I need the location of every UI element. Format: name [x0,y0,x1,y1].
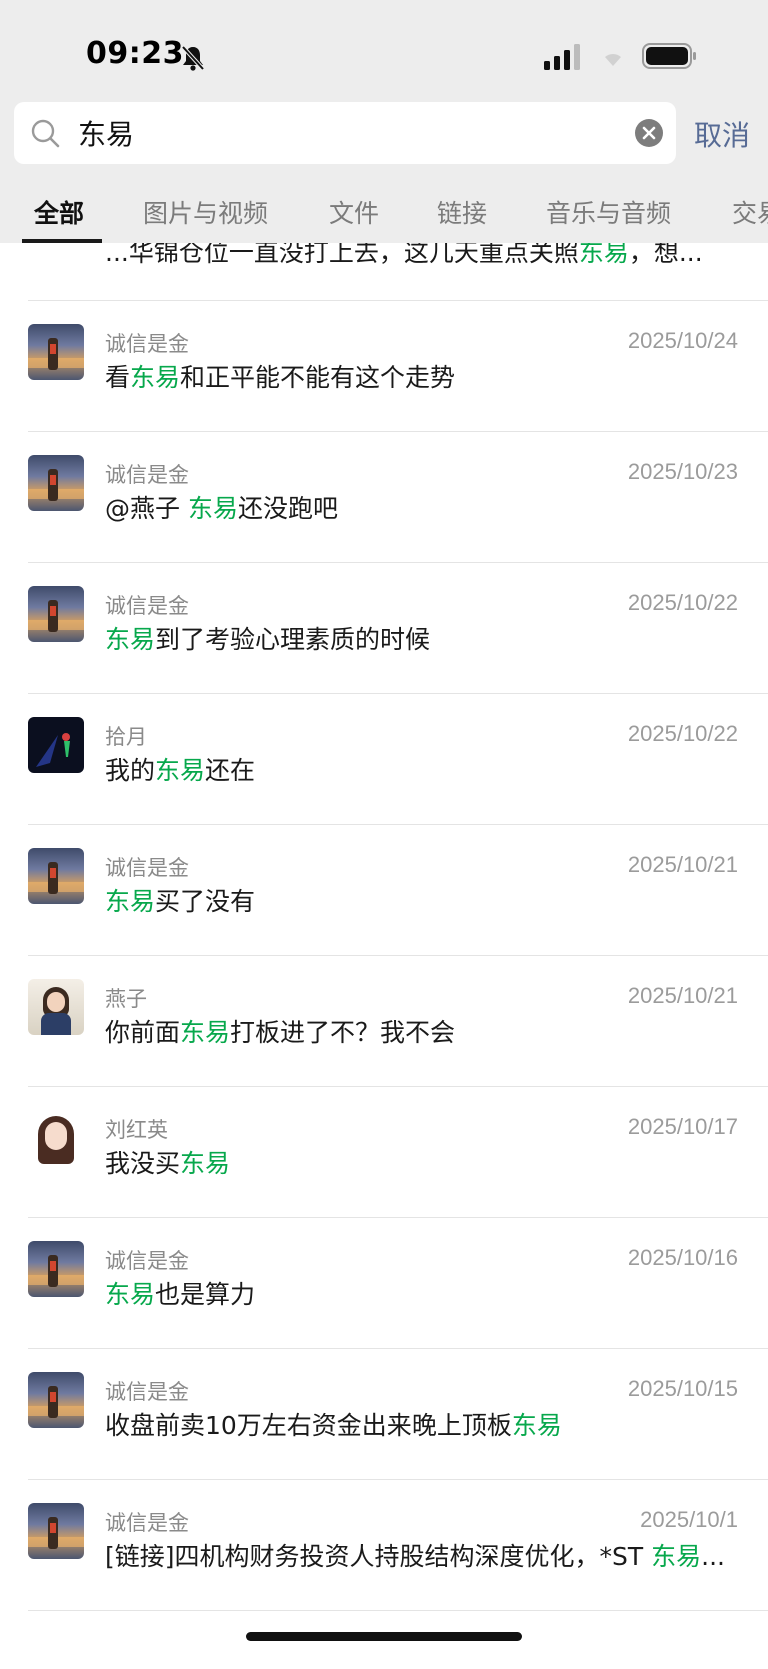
sender-name: 诚信是金 [105,856,189,880]
landscape-avatar [28,1503,84,1559]
message-date: 2025/10/15 [627,1376,738,1401]
landscape-avatar [28,848,84,904]
battery-icon [642,43,696,69]
sender-name: 拾月 [105,725,147,749]
tab-links[interactable]: 链接 [437,194,487,230]
landscape-avatar [28,455,84,511]
list-item[interactable]: 诚信是金 2025/10/23 @燕子 东易还没跑吧 [0,431,768,562]
wifi-icon [605,53,621,66]
sender-name: 诚信是金 [105,1511,189,1535]
message-date: 2025/10/24 [627,328,738,353]
sender-name: 诚信是金 [105,594,189,618]
dark-figure-avatar [28,717,84,773]
cancel-button[interactable]: 取消 [694,114,750,154]
message-snippet: 我的东易还在 [105,756,256,785]
tab-music-audio[interactable]: 音乐与音频 [546,194,671,230]
tab-all[interactable]: 全部 [34,194,84,230]
list-item[interactable]: 拾月 2025/10/22 我的东易还在 [0,693,768,824]
list-item[interactable]: 刘红英 2025/10/17 我没买东易 [0,1086,768,1217]
divider [28,1610,768,1611]
clear-icon[interactable] [634,118,664,148]
tab-transactions[interactable]: 交易 [732,194,768,230]
list-item[interactable]: 诚信是金 2025/10/24 看东易和正平能不能有这个走势 [0,300,768,431]
active-tab-indicator [22,239,102,243]
list-item[interactable]: 燕子 2025/10/21 你前面东易打板进了不？我不会 [0,955,768,1086]
home-indicator[interactable] [246,1632,522,1641]
sender-name: 诚信是金 [105,1380,189,1404]
landscape-avatar [28,1241,84,1297]
cartoon-girl-avatar [28,1110,84,1166]
list-item[interactable]: 诚信是金 2025/10/16 东易也是算力 [0,1217,768,1348]
list-item[interactable]: 诚信是金 2025/10/15 收盘前卖10万左右资金出来晚上顶板东易 [0,1348,768,1479]
cellular-signal-icon [544,44,580,70]
landscape-avatar [28,586,84,642]
message-snippet: 东易到了考验心理素质的时候 [105,625,431,654]
message-snippet: @燕子 东易还没跑吧 [105,494,338,523]
message-date: 2025/10/22 [627,721,738,746]
message-date: 2025/10/17 [627,1114,738,1139]
message-date: 2025/10/23 [627,459,738,484]
message-date: 2025/10/21 [627,852,738,877]
bell-muted-icon [181,45,205,71]
status-bar: 09:23 [0,0,768,100]
search-results-list: ...华锦仓位一直没打上去，这几天重点关照东易，想... 诚信是金 2025/1… [0,0,768,1669]
sender-name: 燕子 [105,987,147,1011]
landscape-avatar [28,1372,84,1428]
message-snippet: 我没买东易 [105,1149,231,1178]
message-date: 2025/10/21 [627,983,738,1008]
sender-name: 诚信是金 [105,1249,189,1273]
sender-name: 刘红英 [105,1118,168,1142]
message-snippet: 看东易和正平能不能有这个走势 [105,363,456,392]
search-field[interactable] [14,102,676,164]
tab-photos-videos[interactable]: 图片与视频 [143,194,268,230]
message-snippet: 东易也是算力 [105,1280,256,1309]
sender-name: 诚信是金 [105,463,189,487]
message-snippet: [链接]四机构财务投资人持股结构深度优化，*ST 东易... [105,1542,725,1571]
message-date: 2025/10/16 [627,1245,738,1270]
message-snippet: 收盘前卖10万左右资金出来晚上顶板东易 [105,1411,562,1440]
sender-name: 诚信是金 [105,332,189,356]
message-snippet: 东易买了没有 [105,887,256,916]
message-date: 2025/10/22 [627,590,738,615]
list-item[interactable]: 诚信是金 2025/10/21 东易买了没有 [0,824,768,955]
filter-tabs: 全部 图片与视频 文件 链接 音乐与音频 交易 [0,192,768,243]
list-item[interactable]: 诚信是金 2025/10/22 东易到了考验心理素质的时候 [0,562,768,693]
clock: 09:23 [86,36,184,71]
message-snippet: 你前面东易打板进了不？我不会 [105,1018,456,1047]
tab-files[interactable]: 文件 [329,194,379,230]
search-icon [31,119,60,148]
search-input[interactable] [78,112,598,154]
landscape-avatar [28,324,84,380]
list-item[interactable]: 诚信是金 2025/10/1 [链接]四机构财务投资人持股结构深度优化，*ST … [0,1479,768,1610]
search-bar: 取消 [0,100,768,166]
message-date: 2025/10/1 [640,1507,738,1532]
header: 09:23 东易 取消 全部 图片与视频 文件 链接 音乐与音频 交 [0,0,768,243]
girl-photo-avatar [28,979,84,1035]
